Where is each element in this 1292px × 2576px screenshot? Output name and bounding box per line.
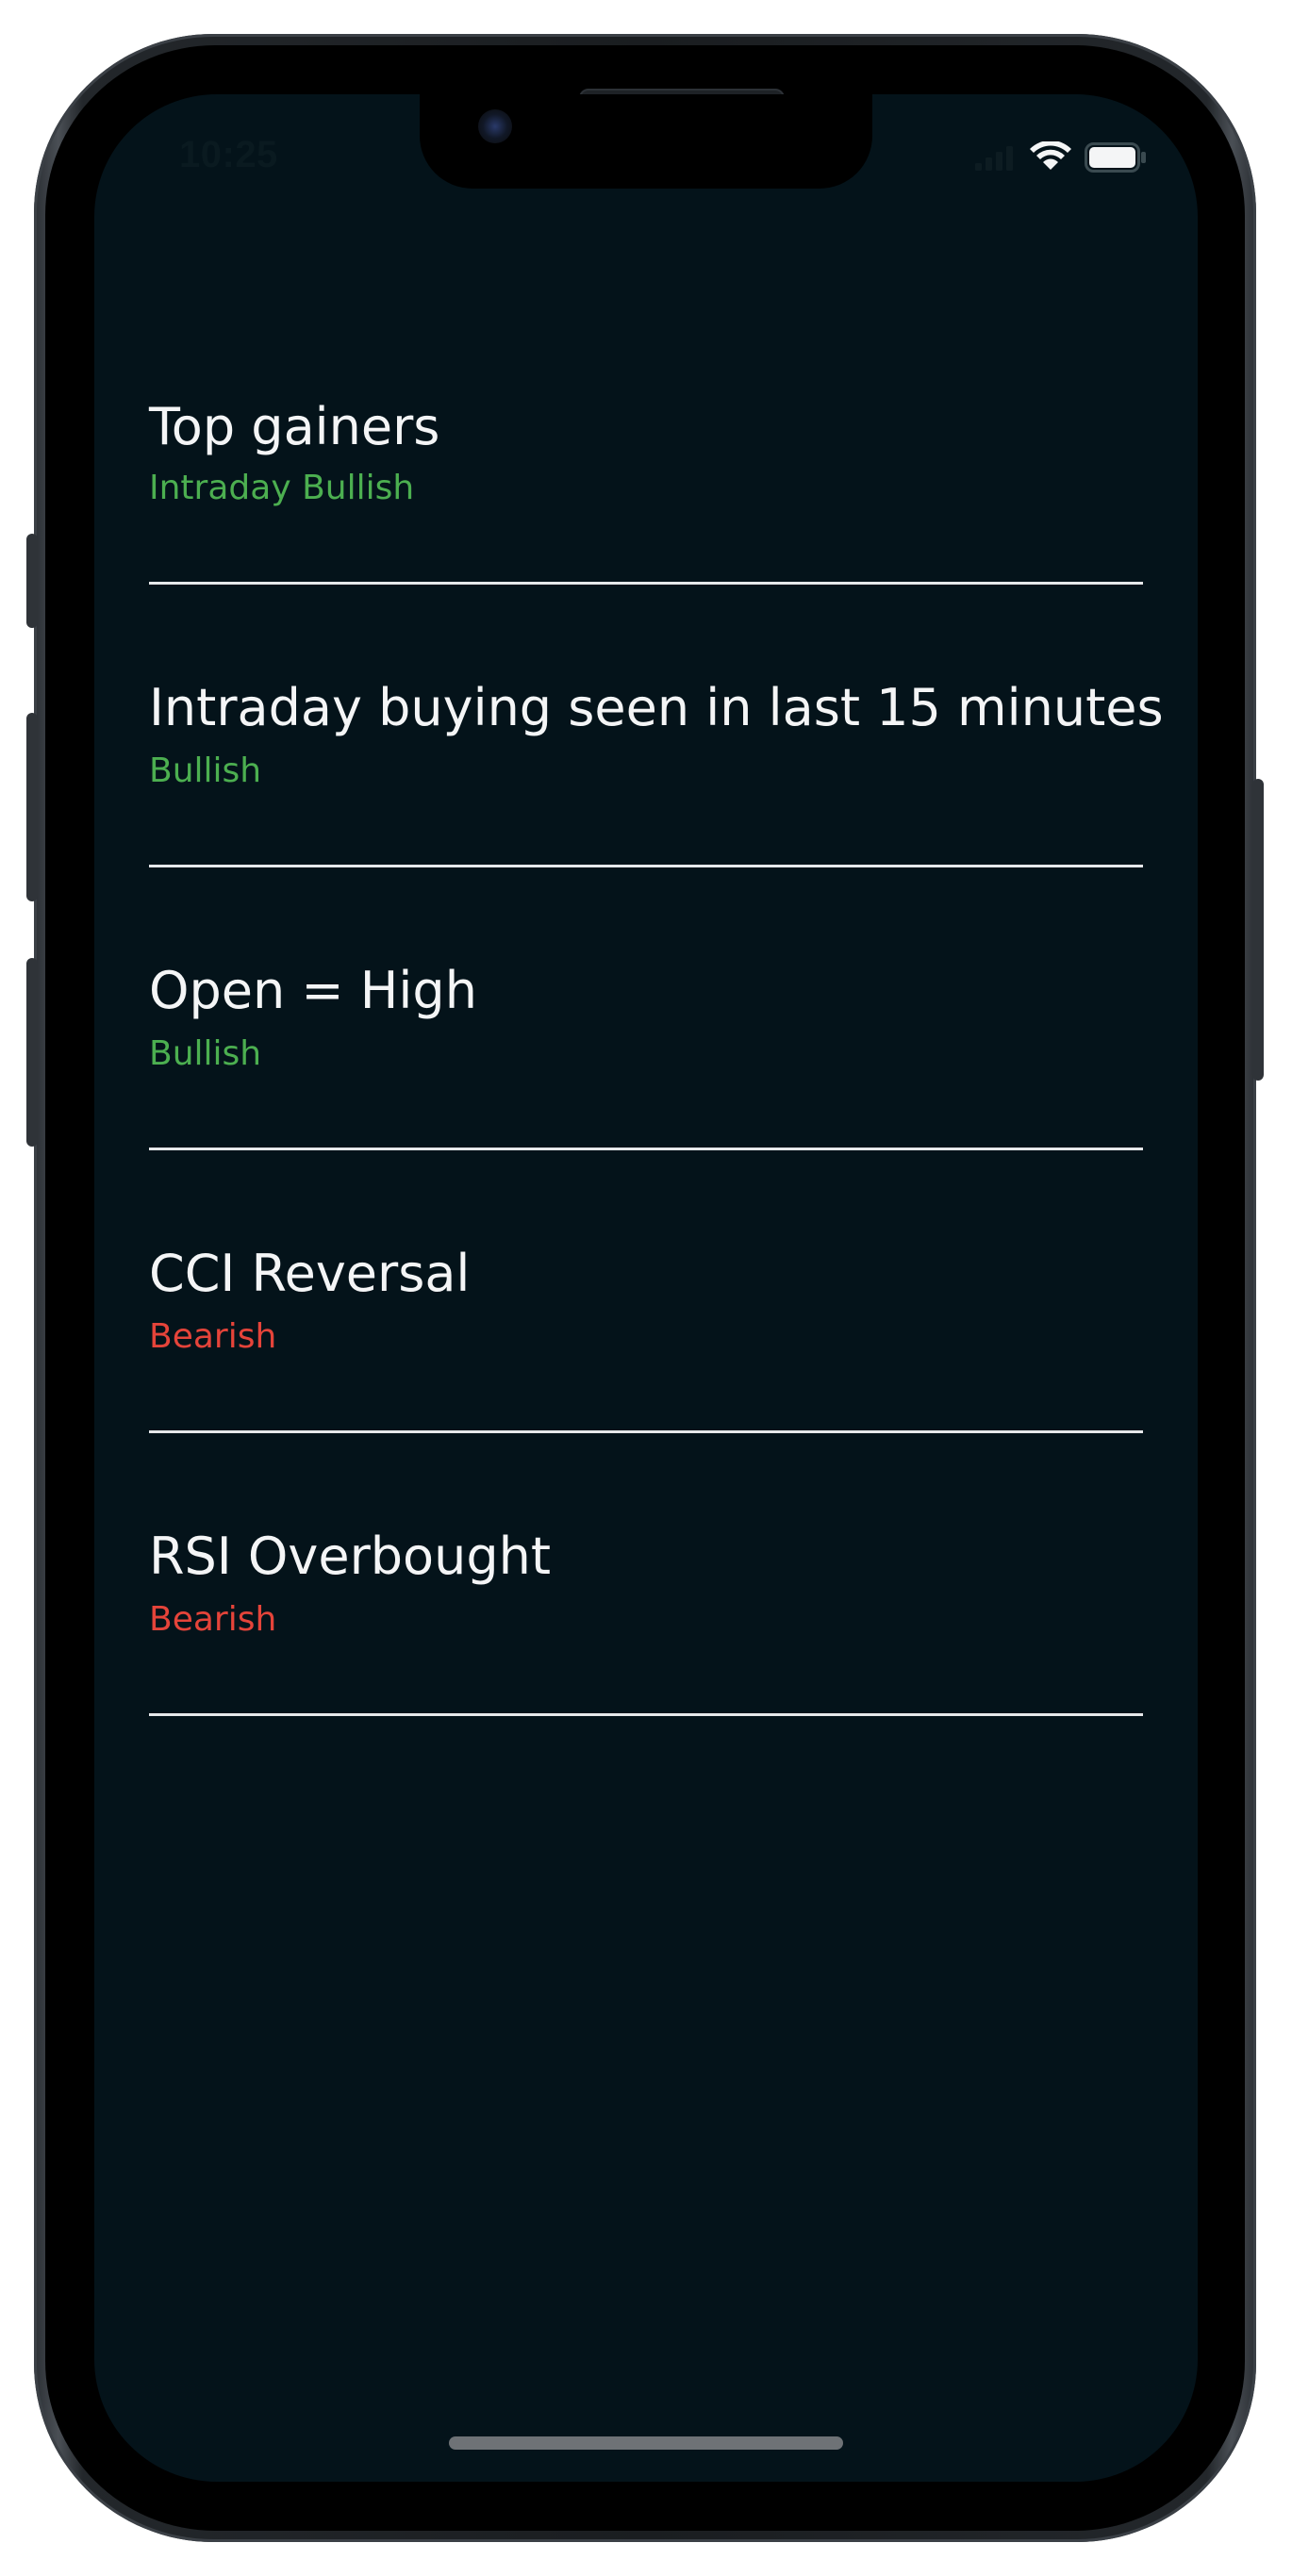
screener-sentiment: Bearish — [149, 1317, 277, 1356]
screener-title: Top gainers — [149, 397, 440, 456]
screener-row[interactable]: Top gainers Intraday Bullish — [149, 302, 1143, 585]
volume-down-button — [26, 958, 38, 1147]
front-camera-icon — [478, 109, 512, 143]
app-screen: 10:25 Top gainers Intraday Bullish Intra… — [94, 94, 1198, 2482]
screener-title: Open = High — [149, 961, 477, 1020]
screener-list: Top gainers Intraday Bullish Intraday buyi… — [149, 302, 1164, 1716]
mute-switch — [26, 534, 38, 628]
screener-sentiment: Bullish — [149, 1034, 262, 1073]
home-indicator[interactable] — [449, 2436, 843, 2450]
screener-sentiment: Bullish — [149, 751, 262, 790]
status-icons — [975, 141, 1147, 173]
screener-title: CCI Reversal — [149, 1244, 471, 1303]
screener-sentiment: Bearish — [149, 1600, 277, 1639]
screener-row[interactable]: Open = High Bullish — [149, 867, 1143, 1150]
volume-up-button — [26, 713, 38, 901]
screener-sentiment: Intraday Bullish — [149, 469, 415, 507]
screener-title: RSI Overbought — [149, 1527, 551, 1586]
camera-notch — [420, 94, 872, 189]
screener-row[interactable]: CCI Reversal Bearish — [149, 1150, 1143, 1433]
status-time: 10:25 — [179, 134, 278, 175]
wifi-icon — [1030, 141, 1071, 173]
power-button — [1252, 779, 1264, 1081]
screener-title: Intraday buying seen in last 15 minutes — [149, 678, 1164, 737]
screener-row[interactable]: RSI Overbought Bearish — [149, 1433, 1143, 1716]
screener-row[interactable]: Intraday buying seen in last 15 minutes B… — [149, 585, 1164, 867]
signal-icon — [975, 144, 1017, 171]
battery-icon — [1085, 142, 1147, 173]
